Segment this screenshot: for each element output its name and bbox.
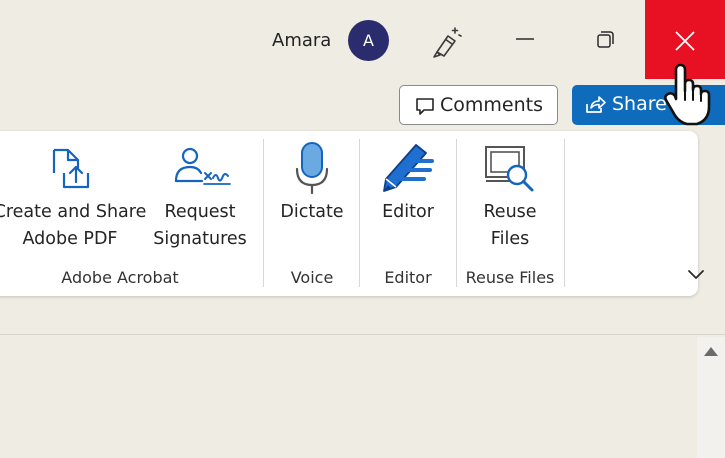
ribbon-label: Editor: [382, 202, 434, 222]
ribbon-divider: [0, 334, 725, 335]
request-signatures-button[interactable]: Request Signatures: [150, 131, 250, 256]
group-divider: [263, 139, 264, 287]
pen-sparkle-icon[interactable]: [428, 24, 464, 58]
reuse-files-button[interactable]: Reuse Files: [458, 131, 562, 256]
microphone-icon: [295, 142, 329, 195]
dictate-button[interactable]: Dictate: [267, 131, 357, 256]
editor-button[interactable]: Editor: [362, 131, 454, 256]
group-label-voice: Voice: [290, 268, 334, 287]
restore-icon: [597, 31, 614, 48]
create-share-adobe-pdf-button[interactable]: Create and Share Adobe PDF: [0, 131, 150, 256]
close-icon: [675, 31, 695, 51]
group-label-adobe-acrobat: Adobe Acrobat: [61, 268, 179, 287]
editor-pen-icon: [383, 144, 434, 192]
reuse-files-icon: [485, 146, 534, 192]
ribbon-expand-button[interactable]: [686, 266, 706, 282]
restore-button[interactable]: [583, 18, 627, 62]
group-label-editor: Editor: [384, 268, 432, 287]
ribbon-label: Reuse: [483, 202, 537, 222]
ribbon: Create and Share Adobe PDF Request Signa…: [0, 131, 698, 296]
ribbon-label: Files: [490, 229, 530, 249]
comment-icon: [416, 98, 434, 115]
group-label-reuse-files: Reuse Files: [465, 268, 555, 287]
chevron-down-icon: [688, 270, 704, 279]
minimize-button[interactable]: [503, 18, 547, 62]
signature-icon: [174, 147, 231, 185]
group-divider: [564, 139, 565, 287]
ribbon-label: Create and Share: [0, 202, 147, 222]
comments-button[interactable]: Comments: [399, 85, 558, 125]
share-icon: [586, 96, 606, 113]
hand-cursor-icon: [664, 63, 711, 126]
ribbon-label: Dictate: [280, 202, 344, 222]
group-divider: [456, 139, 457, 287]
pdf-share-icon: [52, 148, 90, 189]
comments-label: Comments: [440, 94, 543, 116]
scroll-up-arrow-icon[interactable]: [703, 345, 719, 357]
ribbon-label: Signatures: [153, 229, 247, 249]
share-label: Share: [612, 93, 667, 115]
ribbon-label: Adobe PDF: [22, 229, 118, 249]
avatar[interactable]: A: [348, 20, 389, 61]
minimize-icon: [516, 38, 534, 40]
user-name[interactable]: Amara: [272, 30, 331, 52]
vertical-scrollbar[interactable]: [697, 337, 725, 458]
ribbon-label: Request: [164, 202, 236, 222]
group-divider: [359, 139, 360, 287]
title-bar: Amara A: [0, 0, 725, 80]
